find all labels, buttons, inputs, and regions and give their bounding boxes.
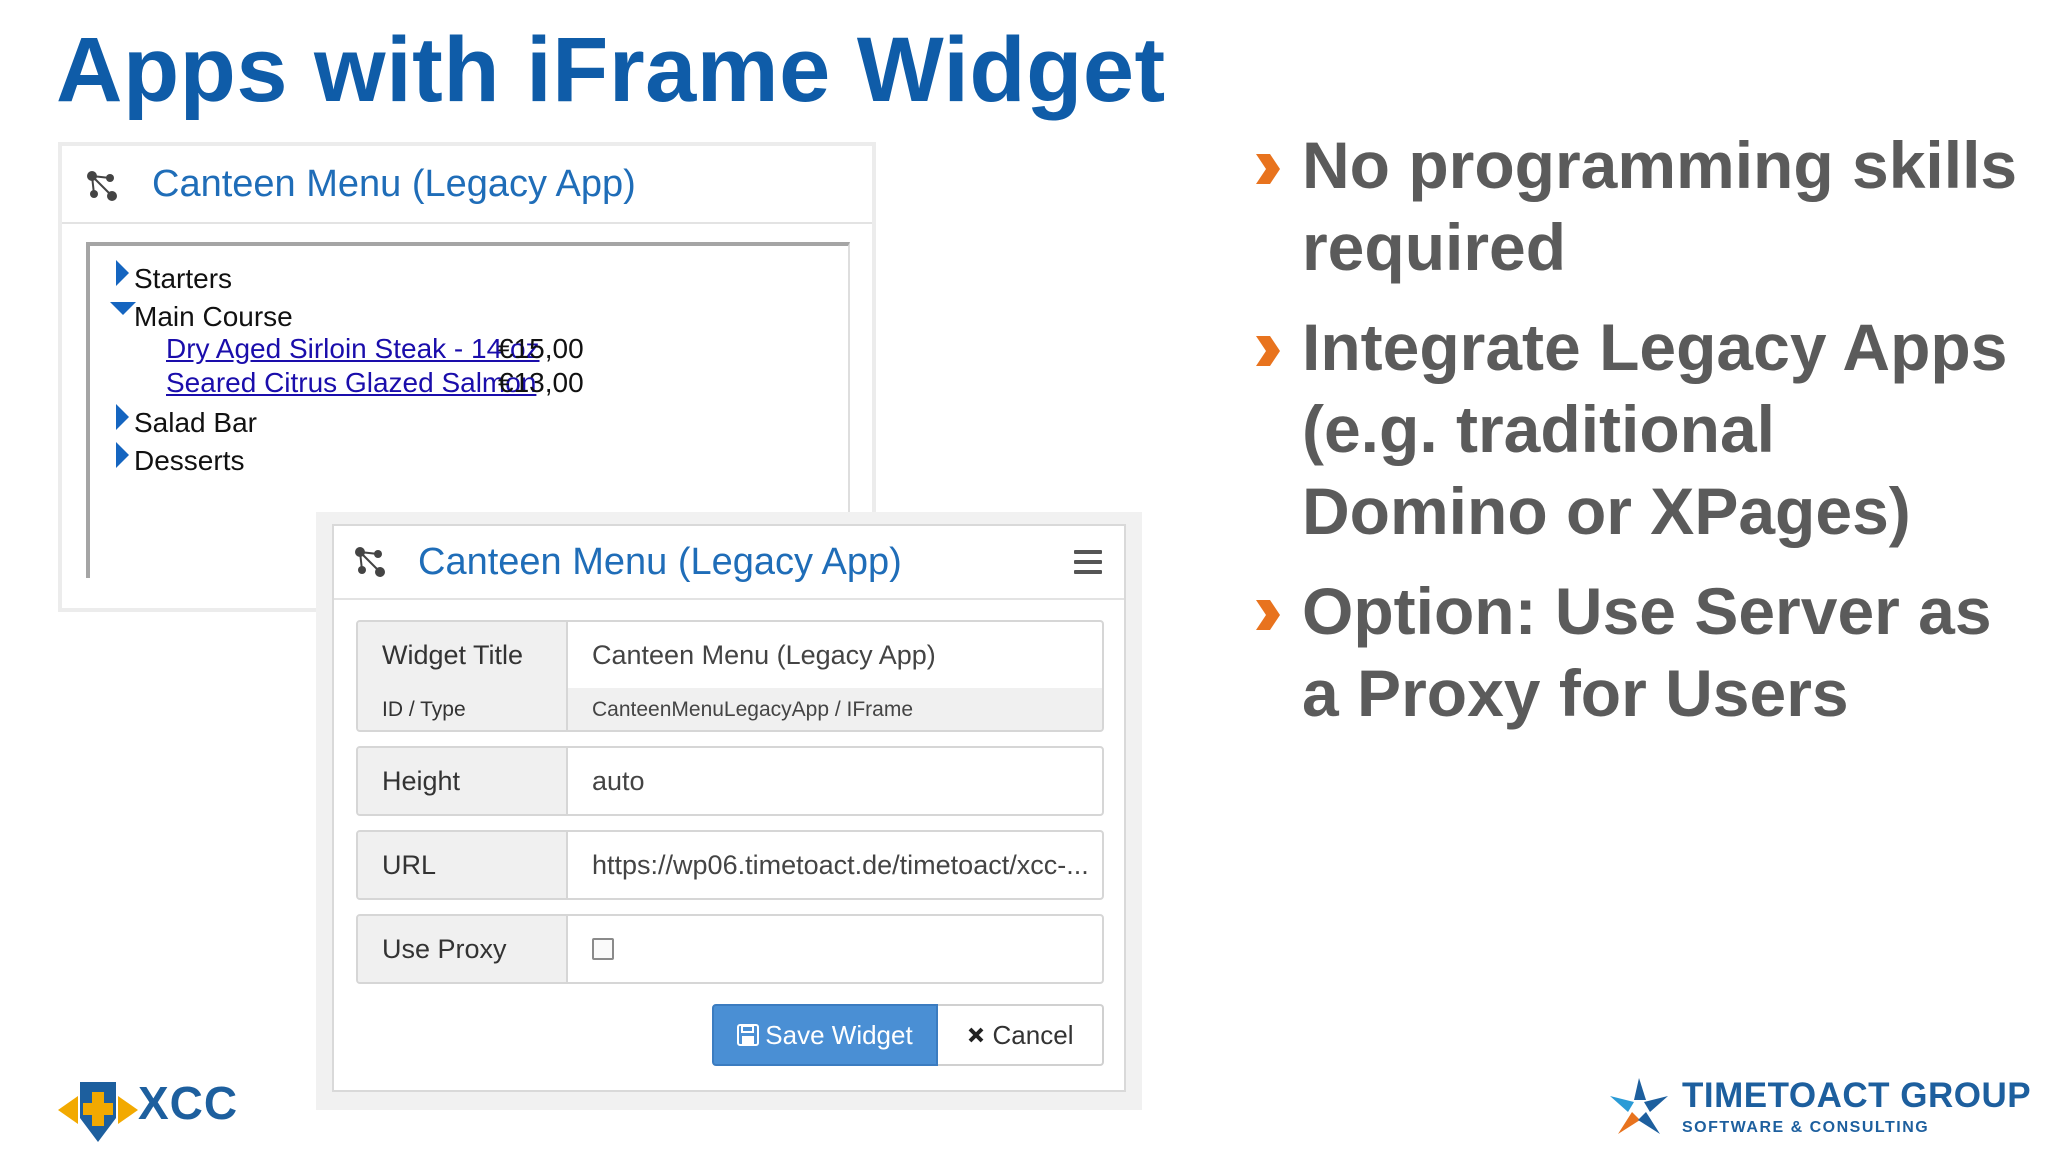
- chevron-right-icon: [1256, 154, 1280, 184]
- save-widget-button[interactable]: Save Widget: [712, 1004, 938, 1066]
- height-group: Height auto: [356, 746, 1104, 816]
- legacy-panel-title: Canteen Menu (Legacy App): [152, 163, 636, 205]
- menu-item: Seared Citrus Glazed Salmon: [166, 366, 536, 400]
- timetoact-logo: TIMETOACT GROUP SOFTWARE & CONSULTING: [1604, 1076, 2031, 1142]
- menu-item: Dry Aged Sirloin Steak - 14 oz: [166, 332, 540, 366]
- bullet-item: Option: Use Server as a Proxy for Users: [1250, 570, 2030, 734]
- id-type-value: CanteenMenuLegacyApp / IFrame: [568, 688, 1102, 730]
- use-proxy-checkbox[interactable]: [592, 938, 614, 960]
- expand-arrow-icon[interactable]: [116, 260, 129, 286]
- widget-title-group: Widget Title Canteen Menu (Legacy App) I…: [356, 620, 1104, 732]
- bullet-text: Option: Use Server as a Proxy for Users: [1302, 574, 1992, 730]
- bullet-text: Integrate Legacy Apps (e.g. traditional …: [1302, 310, 2008, 548]
- chevron-right-icon: [1256, 336, 1280, 366]
- bullet-item: No programming skills required: [1250, 124, 2030, 288]
- tree-item-main-course[interactable]: Main Course: [134, 300, 293, 334]
- menu-item-link[interactable]: Seared Citrus Glazed Salmon: [166, 367, 536, 398]
- tree-item-desserts[interactable]: Desserts: [134, 444, 244, 478]
- menu-item-price: €15,00: [498, 333, 584, 364]
- menu-item-price: €13,00: [498, 367, 584, 398]
- url-input[interactable]: https://wp06.timetoact.de/timetoact/xcc-…: [568, 832, 1102, 898]
- widget-title-label: Widget Title: [358, 622, 568, 688]
- menu-item-link[interactable]: Dry Aged Sirloin Steak - 14 oz: [166, 333, 540, 364]
- slide-title: Apps with iFrame Widget: [56, 19, 1166, 121]
- widget-panel-title: Canteen Menu (Legacy App): [418, 541, 902, 583]
- height-label: Height: [358, 748, 568, 814]
- timetoact-subtitle: SOFTWARE & CONSULTING: [1682, 1119, 1930, 1136]
- height-input[interactable]: auto: [568, 748, 1102, 814]
- widget-settings-panel: Canteen Menu (Legacy App) Widget Title C…: [332, 524, 1126, 1092]
- timetoact-name: TIMETOACT GROUP: [1682, 1076, 2032, 1115]
- bullet-text: No programming skills required: [1302, 128, 2018, 284]
- timetoact-star-icon: [1610, 1078, 1668, 1134]
- expand-arrow-icon[interactable]: [116, 404, 129, 430]
- bullet-list: No programming skills required Integrate…: [1250, 124, 2030, 752]
- save-widget-label: Save Widget: [765, 1020, 913, 1050]
- widget-panel-header: Canteen Menu (Legacy App): [334, 526, 1124, 600]
- hamburger-menu-icon[interactable]: [1074, 550, 1102, 574]
- expand-arrow-icon[interactable]: [116, 442, 129, 468]
- collapse-arrow-icon[interactable]: [110, 302, 136, 315]
- url-group: URL https://wp06.timetoact.de/timetoact/…: [356, 830, 1104, 900]
- chevron-right-icon: [1256, 600, 1280, 630]
- xcc-shield-icon: [58, 1082, 138, 1142]
- url-label: URL: [358, 832, 568, 898]
- tree-item-salad-bar[interactable]: Salad Bar: [134, 406, 257, 440]
- widget-title-input[interactable]: Canteen Menu (Legacy App): [568, 622, 1102, 688]
- xcc-logo: XCC: [56, 1074, 246, 1146]
- bullet-item: Integrate Legacy Apps (e.g. traditional …: [1250, 306, 2030, 552]
- floppy-disk-icon: [737, 1024, 760, 1046]
- cancel-label: Cancel: [992, 1020, 1074, 1050]
- use-proxy-cell: [568, 916, 1102, 982]
- widget-nodes-icon: [87, 171, 117, 201]
- legacy-panel-header: Canteen Menu (Legacy App): [62, 146, 872, 224]
- id-type-label: ID / Type: [358, 688, 568, 730]
- use-proxy-label: Use Proxy: [358, 916, 568, 982]
- tree-item-starters[interactable]: Starters: [134, 262, 232, 296]
- widget-nodes-icon: [355, 547, 385, 577]
- close-icon: [968, 1027, 983, 1043]
- cancel-button[interactable]: Cancel: [938, 1004, 1104, 1066]
- xcc-logo-text: XCC: [138, 1077, 239, 1129]
- use-proxy-group: Use Proxy: [356, 914, 1104, 984]
